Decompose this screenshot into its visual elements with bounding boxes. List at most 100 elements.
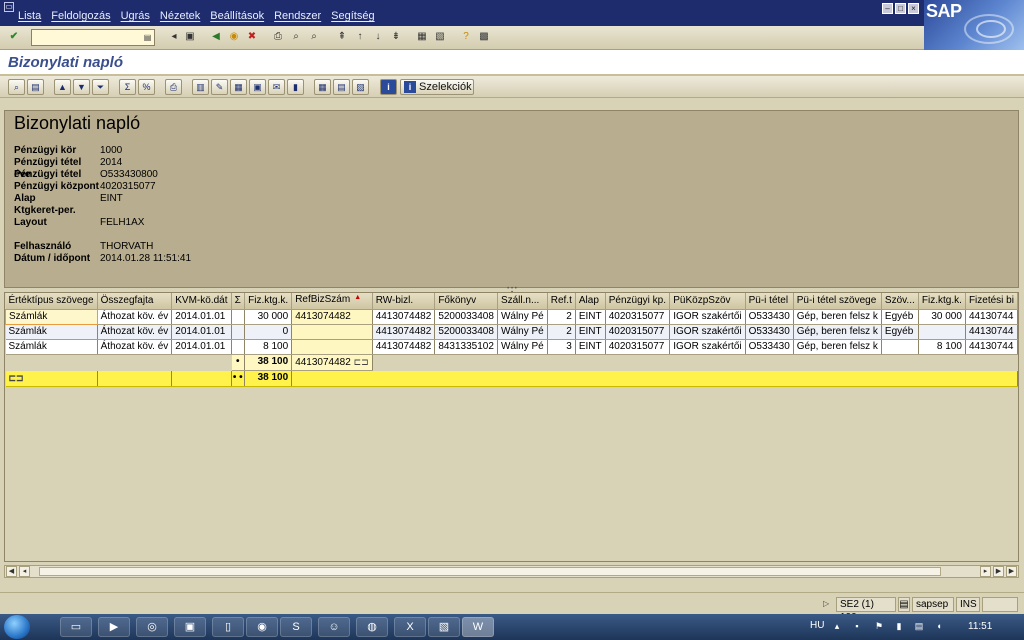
language-indicator[interactable]: HU <box>810 620 824 631</box>
maximize-icon[interactable]: □ <box>895 3 906 14</box>
grid-cell[interactable]: 3 <box>547 339 576 355</box>
tray-arrow-icon[interactable]: ▴ <box>832 621 842 631</box>
grid-cell[interactable]: EINT <box>575 324 606 340</box>
tray-network-icon[interactable]: ▮ <box>894 621 904 631</box>
next-page-icon[interactable]: ↓ <box>370 29 386 45</box>
menu-ugras[interactable]: Ugrás <box>121 10 150 22</box>
grid-cell[interactable] <box>231 309 245 325</box>
grid-cell[interactable]: 4020315077 <box>605 324 671 340</box>
tray-power-icon[interactable]: ▤ <box>914 621 924 631</box>
excel-icon[interactable]: X <box>394 617 426 637</box>
grid-cell[interactable]: 4413074482 <box>372 339 436 355</box>
menu-nezetek[interactable]: Nézetek <box>160 10 200 22</box>
col-header[interactable]: Szöv... <box>881 293 919 310</box>
explorer-icon[interactable]: ▭ <box>60 617 92 637</box>
table-row[interactable]: Számlák Áthozat köv. év 2014.01.01 8 100… <box>5 339 1018 355</box>
history-back-icon[interactable]: ◂ <box>166 29 182 45</box>
grid-cell[interactable]: Egyéb <box>881 309 919 325</box>
grid-cell[interactable]: Wálny Pé <box>497 324 548 340</box>
new-session-icon[interactable]: ▦ <box>414 29 430 45</box>
grid-cell[interactable]: 4413074482 <box>372 324 436 340</box>
grid-cell[interactable]: 2014.01.01 <box>171 324 232 340</box>
change-layout-icon[interactable]: ▦ <box>314 79 331 95</box>
col-header[interactable]: PüKözpSzöv <box>669 293 746 310</box>
col-header[interactable]: Σ <box>231 293 245 310</box>
firefox-icon[interactable]: ◉ <box>246 617 278 637</box>
print-icon[interactable]: ⎙ <box>270 29 286 45</box>
grid-cell[interactable]: 5200033408 <box>434 324 498 340</box>
grid-cell[interactable]: 44130744 <box>965 324 1018 340</box>
select-layout-icon[interactable]: ▤ <box>333 79 350 95</box>
grid-cell[interactable]: 4413074482 <box>291 309 373 325</box>
grid-cell[interactable] <box>291 324 373 340</box>
minimize-icon[interactable]: – <box>882 3 893 14</box>
tray-app-icon[interactable]: ▪ <box>852 621 862 631</box>
grid-cell[interactable]: EINT <box>575 339 606 355</box>
col-header[interactable]: Főkönyv <box>434 293 498 310</box>
sort-descending-icon[interactable]: ▼ <box>73 79 90 95</box>
app-icon[interactable]: ◍ <box>356 617 388 637</box>
print-preview-icon[interactable]: ⎙ <box>165 79 182 95</box>
subtotal-group-icon[interactable]: ⊏⊐ <box>354 357 369 367</box>
grid-cell[interactable] <box>231 324 245 340</box>
menu-segitseg[interactable]: Segítség <box>331 10 374 22</box>
grid-cell[interactable]: EINT <box>575 309 606 325</box>
find-icon[interactable]: ⌕ <box>288 29 304 45</box>
grid-cell[interactable] <box>291 339 373 355</box>
col-header[interactable]: Fiz.ktg.k. <box>918 293 966 310</box>
save-layout-icon[interactable]: ▧ <box>352 79 369 95</box>
col-header[interactable]: Összegfajta <box>97 293 173 310</box>
col-header[interactable]: Fizetési bi <box>965 293 1018 310</box>
details-icon[interactable]: ⌕ <box>8 79 25 95</box>
grid-cell[interactable]: Áthozat köv. év <box>97 339 173 355</box>
col-header[interactable]: Ref.t <box>547 293 576 310</box>
grid-cell[interactable]: O533430 <box>745 324 794 340</box>
send-icon[interactable]: ✉ <box>268 79 285 95</box>
grid-cell[interactable]: 2014.01.01 <box>171 339 232 355</box>
grid-cell[interactable]: IGOR szakértői <box>669 309 746 325</box>
save-icon[interactable]: ▣ <box>182 29 198 45</box>
find-next-icon[interactable]: ⌕ <box>306 29 322 45</box>
scroll-right-icon[interactable]: ▸ <box>980 566 991 577</box>
col-header-sorted[interactable]: RefBizSzám ▲ <box>291 293 373 310</box>
grid-cell[interactable]: Áthozat köv. év <box>97 324 173 340</box>
messenger-icon[interactable]: ☺ <box>318 617 350 637</box>
command-field[interactable]: ▤ <box>31 29 155 46</box>
subtotal-value[interactable]: 38 100 <box>244 354 293 371</box>
system-menu-icon[interactable]: ▭ <box>4 2 14 12</box>
word-processing-icon[interactable]: ✎ <box>211 79 228 95</box>
grid-cell[interactable] <box>231 339 245 355</box>
last-page-icon[interactable]: ⇟ <box>388 29 404 45</box>
col-header[interactable]: Alap <box>575 293 606 310</box>
graphic-icon[interactable]: ▮ <box>287 79 304 95</box>
scroll-end-icon[interactable]: ▶ <box>1006 566 1017 577</box>
grid-cell[interactable]: 4413074482 <box>372 309 436 325</box>
col-header[interactable]: Pü-i tétel szövege <box>793 293 882 310</box>
close-icon[interactable]: × <box>908 3 919 14</box>
grid-cell[interactable]: Gép, beren felsz k <box>793 324 882 340</box>
command-dropdown-icon[interactable]: ▤ <box>143 32 152 43</box>
status-system-icon[interactable]: ▤ <box>898 597 910 612</box>
first-page-icon[interactable]: ⇞ <box>334 29 350 45</box>
grid-cell[interactable]: 2 <box>547 324 576 340</box>
local-file-icon[interactable]: ▣ <box>249 79 266 95</box>
word-icon[interactable]: W <box>462 617 494 637</box>
sap-logon-icon[interactable]: ▧ <box>428 617 460 637</box>
status-expand-icon[interactable]: ▷ <box>823 599 829 608</box>
subtotal-row[interactable]: • 38 100 4413074482 ⊏⊐ <box>5 354 1018 371</box>
status-system[interactable]: SE2 (1) 100 <box>836 597 896 623</box>
grid-cell[interactable]: 8 100 <box>918 339 966 355</box>
col-header[interactable]: Pü-i tétel <box>745 293 794 310</box>
total-level-icon[interactable]: ⊏⊐ <box>9 373 24 383</box>
enter-check-icon[interactable]: ✔ <box>6 29 22 45</box>
col-header[interactable]: Értéktípus szövege <box>5 293 98 310</box>
table-row[interactable]: Számlák Áthozat köv. év 2014.01.01 0 441… <box>5 324 1018 340</box>
grid-cell[interactable]: 2 <box>547 309 576 325</box>
grid-cell[interactable]: O533430 <box>745 339 794 355</box>
grid-cell[interactable]: Wálny Pé <box>497 339 548 355</box>
col-header[interactable]: KVM-kö.dát <box>171 293 232 310</box>
grid-cell[interactable]: Egyéb <box>881 324 919 340</box>
scroll-left-icon[interactable]: ◂ <box>19 566 30 577</box>
grid-cell[interactable]: 8431335102 <box>434 339 498 355</box>
tray-volume-icon[interactable]: ◖ <box>934 621 944 631</box>
